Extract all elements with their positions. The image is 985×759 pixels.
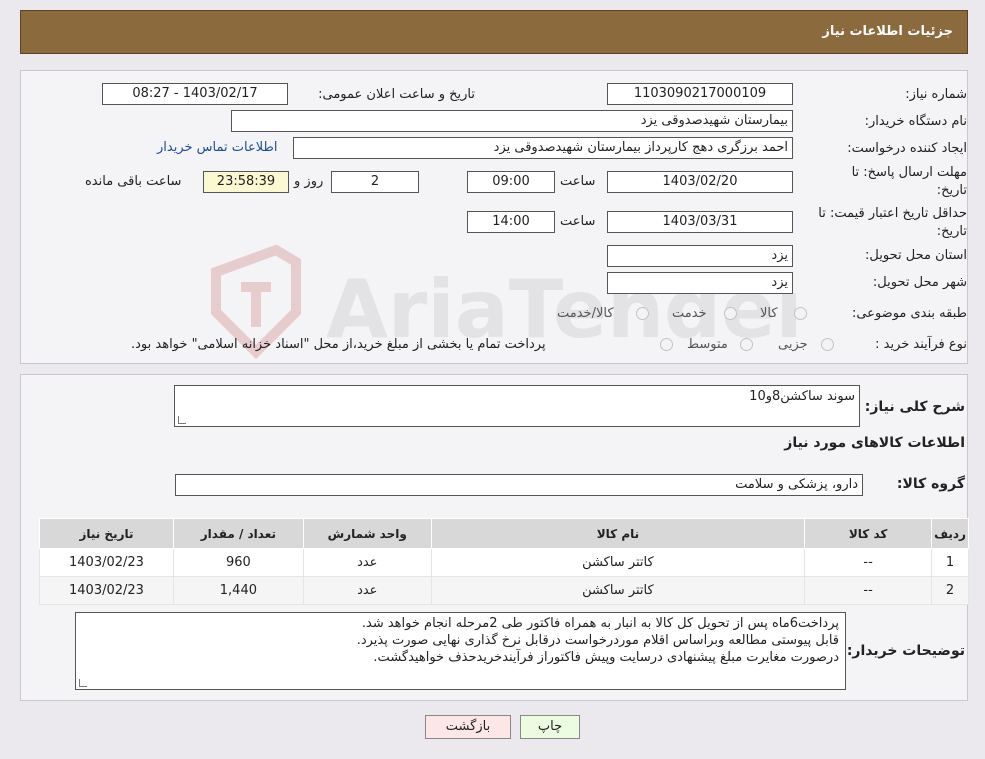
cell-row: 1 (931, 548, 969, 577)
buyer-notes-line: درصورت مغایرت مبلغ پیشنهادی درسایت وپیش … (373, 650, 839, 665)
city-field: یزد (607, 272, 793, 294)
cell-row: 2 (931, 576, 969, 605)
process-label: نوع فرآیند خرید : (875, 337, 967, 352)
buyer-org-label: نام دستگاه خریدار: (864, 114, 967, 129)
buyer-notes-line: قابل پیوستی مطالعه وبراساس اقلام موردرخو… (356, 633, 839, 648)
cell-code: -- (804, 576, 933, 605)
days-label: روز و (294, 174, 324, 189)
table-header-row: ردیف کد کالا نام کالا واحد شمارش تعداد /… (39, 518, 969, 549)
table-row: 1 -- کاتتر ساکشن عدد 960 1403/02/23 (39, 548, 969, 577)
need-number-label: شماره نیاز: (905, 87, 967, 102)
city-label: شهر محل تحویل: (872, 275, 967, 290)
category-label: طبقه بندی موضوعی: (851, 306, 967, 321)
deadline-time-field: 09:00 (467, 171, 555, 193)
validity-date-field: 1403/03/31 (607, 211, 793, 233)
process-minor-label: جزیی (778, 337, 808, 352)
summary-label: شرح کلی نیاز: (864, 399, 965, 415)
cell-name: کاتتر ساکشن (430, 548, 806, 577)
requester-label: ایجاد کننده درخواست: (847, 141, 967, 156)
page-header: جزئیات اطلاعات نیاز (20, 10, 968, 54)
deadline-time-label: ساعت (560, 174, 596, 189)
resize-handle-icon[interactable] (178, 416, 186, 424)
process-minor-radio[interactable] (821, 338, 834, 351)
days-remaining-field: 2 (331, 171, 419, 193)
category-service-radio[interactable] (724, 307, 737, 320)
process-medium-label: متوسط (687, 337, 728, 352)
buyer-notes-field: پرداخت6ماه پس از تحویل کل کالا به انبار … (75, 612, 846, 690)
deadline-label-2: تاریخ: (936, 183, 967, 198)
requester-field: احمد برزگری دهج کارپرداز بیمارستان شهیدص… (293, 137, 793, 159)
goods-info-title: اطلاعات کالاهای مورد نیاز (784, 435, 965, 451)
cell-unit: عدد (302, 576, 432, 605)
validity-time-label: ساعت (560, 214, 596, 229)
validity-label: حداقل تاریخ اعتبار قیمت: تا (818, 206, 967, 221)
buyer-contact-link[interactable]: اطلاعات تماس خریدار (157, 140, 277, 155)
province-label: استان محل تحویل: (865, 248, 967, 263)
resize-handle-icon[interactable] (79, 679, 87, 687)
print-button[interactable]: چاپ (520, 715, 580, 739)
process-medium-radio[interactable] (740, 338, 753, 351)
category-goods-label: کالا (760, 306, 778, 321)
remaining-time-field: 23:58:39 (203, 171, 289, 193)
treasury-checkbox[interactable] (660, 338, 673, 351)
col-code-header: کد کالا (804, 518, 933, 549)
treasury-note: پرداخت تمام یا بخشی از مبلغ خرید،از محل … (131, 337, 546, 352)
remaining-time-label: ساعت باقی مانده (85, 174, 182, 189)
buyer-notes-label: توضیحات خریدار: (846, 643, 965, 659)
cell-name: کاتتر ساکشن (430, 576, 806, 605)
page-title: جزئیات اطلاعات نیاز (822, 24, 953, 39)
summary-field: سوند ساکشن8و10 (174, 385, 860, 427)
goods-group-field: دارو، پزشکی و سلامت (175, 474, 863, 496)
goods-group-label: گروه کالا: (896, 476, 965, 492)
col-unit-header: واحد شمارش (302, 518, 432, 549)
col-row-header: ردیف (931, 518, 969, 549)
col-qty-header: تعداد / مقدار (172, 518, 304, 549)
back-button[interactable]: بازگشت (425, 715, 511, 739)
category-service-label: خدمت (672, 306, 707, 321)
announce-date-label: تاریخ و ساعت اعلان عمومی: (318, 87, 475, 102)
cell-date: 1403/02/23 (39, 576, 174, 605)
buyer-notes-line: پرداخت6ماه پس از تحویل کل کالا به انبار … (361, 616, 839, 631)
cell-qty: 1,440 (172, 576, 304, 605)
category-both-radio[interactable] (636, 307, 649, 320)
cell-qty: 960 (172, 548, 304, 577)
province-field: یزد (607, 245, 793, 267)
goods-table: ردیف کد کالا نام کالا واحد شمارش تعداد /… (39, 518, 969, 605)
validity-label-2: تاریخ: (936, 224, 967, 239)
col-name-header: نام کالا (430, 518, 806, 549)
announce-date-field: 1403/02/17 - 08:27 (102, 83, 288, 105)
deadline-date-field: 1403/02/20 (607, 171, 793, 193)
summary-text: سوند ساکشن8و10 (749, 389, 855, 404)
cell-code: -- (804, 548, 933, 577)
buyer-org-field: بیمارستان شهیدصدوقی یزد (231, 110, 793, 132)
cell-unit: عدد (302, 548, 432, 577)
need-number-field: 1103090217000109 (607, 83, 793, 105)
deadline-label: مهلت ارسال پاسخ: تا (851, 165, 967, 180)
category-both-label: کالا/خدمت (557, 306, 614, 321)
validity-time-field: 14:00 (467, 211, 555, 233)
cell-date: 1403/02/23 (39, 548, 174, 577)
category-goods-radio[interactable] (794, 307, 807, 320)
table-row: 2 -- کاتتر ساکشن عدد 1,440 1403/02/23 (39, 576, 969, 605)
col-date-header: تاریخ نیاز (39, 518, 174, 549)
